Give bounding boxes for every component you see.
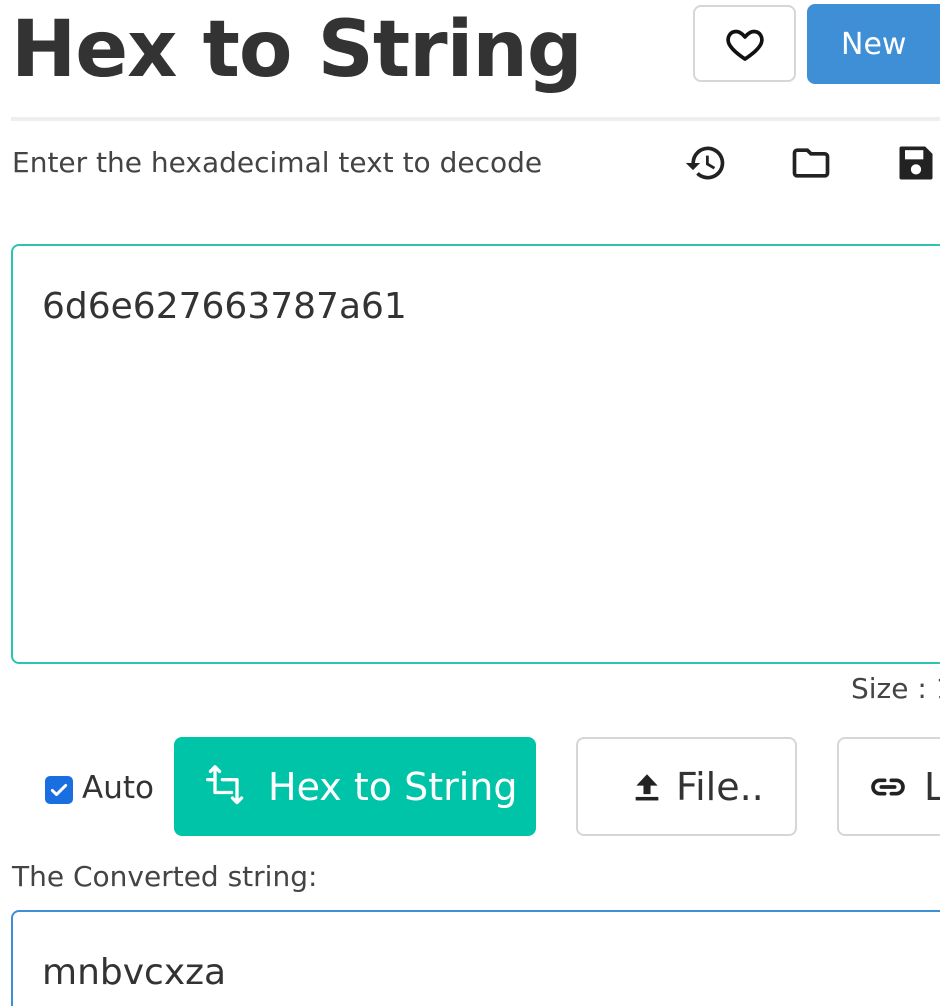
upload-icon xyxy=(635,773,659,800)
auto-label: Auto xyxy=(82,770,154,806)
hex-input-value: 6d6e627663787a61 xyxy=(42,286,407,327)
check-icon xyxy=(50,783,68,797)
link-button-label: L xyxy=(924,765,940,809)
hex-input[interactable]: 6d6e627663787a61 xyxy=(11,244,940,664)
new-button[interactable]: New xyxy=(807,4,940,84)
heart-icon xyxy=(725,29,764,61)
convert-button-label: Hex to String xyxy=(268,764,518,809)
folder-icon[interactable] xyxy=(788,140,834,186)
convert-button[interactable]: Hex to String xyxy=(174,737,536,836)
divider xyxy=(11,117,940,121)
output-box[interactable]: mnbvcxza xyxy=(11,910,940,1006)
convert-icon xyxy=(206,764,244,804)
input-label: Enter the hexadecimal text to decode xyxy=(12,146,543,179)
link-icon xyxy=(871,778,905,795)
history-icon[interactable] xyxy=(683,140,729,186)
auto-checkbox[interactable] xyxy=(45,776,73,804)
size-label: Size : 1 xyxy=(851,672,940,705)
favorite-button[interactable] xyxy=(693,5,796,82)
page: Hex to String New Enter the hexadecimal … xyxy=(0,0,940,1006)
file-button[interactable]: File.. xyxy=(576,737,797,836)
output-value: mnbvcxza xyxy=(42,952,227,993)
file-button-label: File.. xyxy=(676,764,764,809)
page-title: Hex to String xyxy=(11,5,583,95)
output-label: The Converted string: xyxy=(12,860,318,893)
save-icon[interactable] xyxy=(893,140,939,186)
link-button[interactable]: L xyxy=(837,737,940,836)
